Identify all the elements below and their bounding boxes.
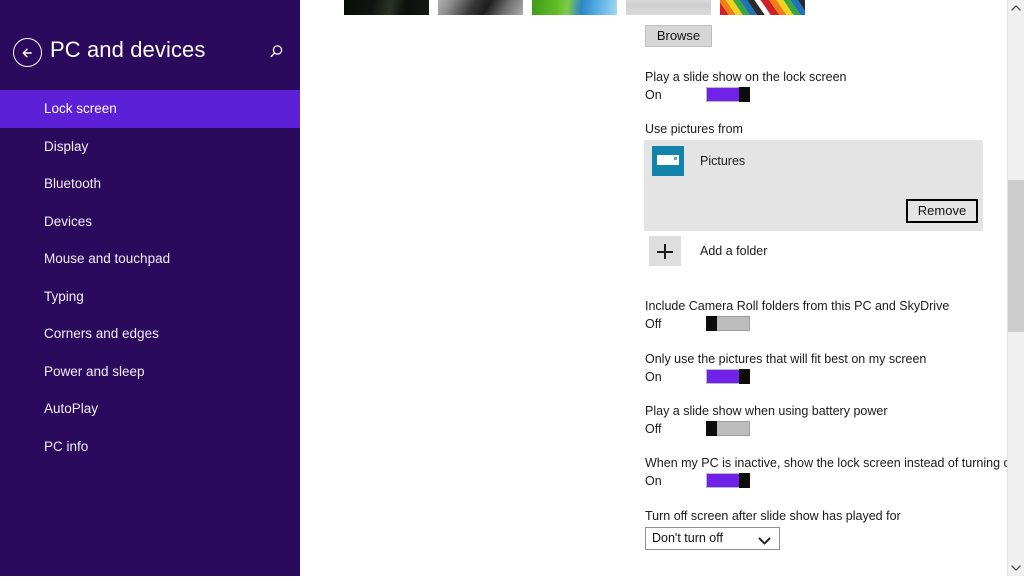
toggle-thumb: [739, 87, 750, 102]
sidebar-item-label: Devices: [44, 213, 93, 229]
setting-state-slideshow-lock-screen: On: [645, 88, 662, 102]
scrollbar-thumb[interactable]: [1008, 180, 1024, 332]
sidebar-item-bluetooth[interactable]: Bluetooth: [0, 165, 300, 203]
sidebar-item-pc-info[interactable]: PC info: [0, 428, 300, 466]
add-folder-label: Add a folder: [700, 244, 768, 258]
toggle-slideshow-lock-screen[interactable]: [706, 87, 750, 102]
use-pictures-from-label: Use pictures from: [645, 122, 743, 136]
setting-label-battery-power: Play a slide show when using battery pow…: [645, 404, 888, 418]
chevron-down-icon: [758, 534, 771, 552]
search-glyph: [270, 45, 283, 58]
sidebar-item-corners-and-edges[interactable]: Corners and edges: [0, 315, 300, 353]
toggle-thumb: [706, 316, 717, 331]
remove-button[interactable]: Remove: [906, 199, 978, 223]
lock-screen-preview-4[interactable]: [626, 0, 711, 15]
sidebar-item-label: AutoPlay: [44, 401, 99, 416]
back-arrow-circle-icon[interactable]: [13, 38, 42, 67]
toggle-battery-power[interactable]: [706, 421, 750, 436]
toggle-thumb: [739, 473, 750, 488]
chevron-down-icon[interactable]: [1008, 559, 1024, 576]
setting-label-inactive-lock-screen: When my PC is inactive, show the lock sc…: [645, 456, 1024, 470]
pictures-folder-icon-dot: [674, 157, 677, 160]
toggle-thumb: [706, 421, 717, 436]
lock-screen-preview-1[interactable]: [344, 0, 429, 15]
sidebar-item-label: Bluetooth: [44, 176, 102, 191]
setting-state-fit-best: On: [645, 370, 662, 384]
sidebar-item-devices[interactable]: Devices: [0, 203, 300, 241]
search-icon[interactable]: [268, 42, 290, 64]
settings-sidebar: PC and devices Lock screen Display Bluetoo…: [0, 0, 300, 576]
pictures-folder-icon: [652, 146, 684, 176]
sidebar-header: PC and devices: [0, 0, 300, 90]
chevron-down-glyph: [758, 537, 771, 545]
sidebar-item-label: Mouse and touchpad: [44, 251, 171, 266]
back-arrow-glyph: [22, 48, 32, 58]
sidebar-item-label: Lock screen: [44, 101, 117, 116]
toggle-camera-roll[interactable]: [706, 316, 750, 331]
browse-button[interactable]: Browse: [645, 25, 712, 47]
setting-state-inactive-lock-screen: On: [645, 474, 662, 488]
setting-label-camera-roll: Include Camera Roll folders from this PC…: [645, 299, 950, 313]
chevron-down-glyph: [1011, 565, 1021, 571]
turn-off-screen-value: Don't turn off: [652, 531, 723, 545]
picture-source-item[interactable]: Pictures: [652, 146, 745, 176]
picture-sources-box: Pictures Remove: [644, 140, 983, 231]
setting-label-fit-best: Only use the pictures that will fit best…: [645, 352, 927, 366]
turn-off-screen-dropdown[interactable]: Don't turn off: [645, 527, 780, 550]
plus-icon: [649, 236, 681, 266]
sidebar-item-label: PC info: [44, 438, 89, 454]
pc-settings-window: PC and devices Lock screen Display Bluetoo…: [0, 0, 1024, 576]
setting-state-battery-power: Off: [645, 422, 662, 436]
sidebar-item-display[interactable]: Display: [0, 128, 300, 166]
turn-off-screen-label: Turn off screen after slide show has pla…: [645, 509, 901, 523]
sidebar-item-mouse-and-touchpad[interactable]: Mouse and touchpad: [0, 240, 300, 278]
page-title: PC and devices: [50, 37, 206, 62]
sidebar-item-lock-screen[interactable]: Lock screen: [0, 90, 300, 128]
sidebar-item-label: Typing: [44, 288, 84, 304]
settings-content-pane: Browse Play a slide show on the lock scr…: [300, 0, 1024, 576]
chevron-up-glyph: [1011, 5, 1021, 11]
chevron-up-icon[interactable]: [1008, 0, 1024, 17]
lock-screen-preview-3[interactable]: [532, 0, 617, 15]
setting-state-camera-roll: Off: [645, 317, 662, 331]
sidebar-item-label: Power and sleep: [44, 363, 145, 379]
toggle-fit-best[interactable]: [706, 369, 750, 384]
lock-screen-preview-strip: [344, 0, 805, 15]
lock-screen-preview-5[interactable]: [720, 0, 805, 15]
sidebar-item-typing[interactable]: Typing: [0, 278, 300, 316]
toggle-inactive-lock-screen[interactable]: [706, 473, 750, 488]
sidebar-item-power-and-sleep[interactable]: Power and sleep: [0, 353, 300, 391]
sidebar-nav-list: Lock screen Display Bluetooth Devices Mouse …: [0, 90, 300, 465]
setting-label-slideshow-lock-screen: Play a slide show on the lock screen: [645, 70, 847, 84]
add-folder-button[interactable]: Add a folder: [649, 236, 767, 266]
toggle-thumb: [739, 369, 750, 384]
sidebar-item-label: Corners and edges: [44, 326, 159, 341]
vertical-scrollbar[interactable]: [1007, 0, 1024, 576]
sidebar-item-label: Display: [44, 138, 89, 154]
lock-screen-preview-2[interactable]: [438, 0, 523, 15]
picture-source-name: Pictures: [700, 154, 746, 168]
sidebar-item-autoplay[interactable]: AutoPlay: [0, 390, 300, 428]
